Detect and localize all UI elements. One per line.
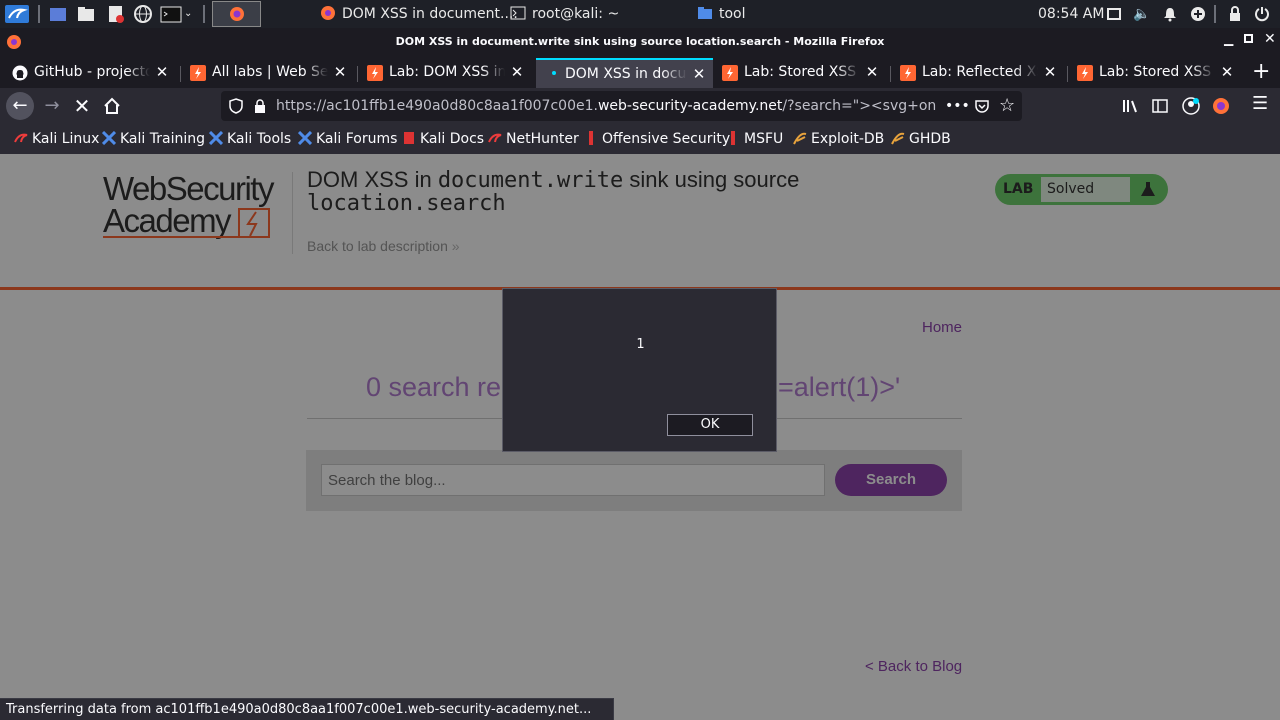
minimize-icon[interactable]: ▁ (1224, 32, 1233, 46)
window-titlebar: DOM XSS in document.write sink using sou… (0, 28, 1280, 56)
close-tab-icon[interactable]: ✕ (332, 58, 348, 86)
bookmark-offensive-security[interactable]: Offensive Security (584, 130, 730, 148)
page-actions-icon[interactable]: ••• (945, 91, 970, 121)
tab-strip: GitHub - projectdiscovery ✕ All labs | W… (0, 56, 1280, 88)
tab-github[interactable]: GitHub - projectdiscovery ✕ (4, 58, 176, 88)
firefox-launcher-icon[interactable] (212, 1, 261, 27)
exploit-db-icon (793, 132, 807, 145)
volume-icon[interactable]: 🔈 (1133, 0, 1150, 28)
file-manager-icon[interactable] (76, 4, 96, 24)
tab-lab-dom-xss[interactable]: Lab: DOM XSS in document.write ✕ (359, 58, 531, 88)
portswigger-icon (900, 65, 916, 81)
offsec-icon (589, 131, 593, 145)
kali-forums-icon (298, 131, 312, 145)
close-window-icon[interactable]: ✕ (1264, 31, 1276, 47)
close-tab-icon[interactable]: ✕ (154, 58, 170, 86)
kali-dragon-icon (14, 133, 28, 143)
bookmark-kali-linux[interactable]: Kali Linux (14, 130, 99, 148)
hamburger-menu-icon[interactable]: ☰ (1252, 93, 1268, 114)
portswigger-icon (1077, 65, 1093, 81)
tab-separator (890, 66, 891, 82)
msfu-icon (731, 131, 735, 145)
tab-all-labs[interactable]: All labs | Web Security Academy ✕ (182, 58, 354, 88)
forward-arrow-icon[interactable]: → (38, 92, 66, 120)
stop-loading-icon[interactable]: ✕ (68, 92, 96, 120)
portswigger-icon (722, 65, 738, 81)
terminal-icon[interactable] (160, 4, 182, 24)
tab-stored-xss-2[interactable]: Lab: Stored XSS into ✕ (1069, 58, 1241, 88)
kali-training-icon (102, 131, 116, 145)
bookmark-kali-docs[interactable]: Kali Docs (402, 130, 484, 148)
terminal-icon (510, 6, 526, 20)
task-folder[interactable]: tool (697, 2, 746, 26)
url-bar[interactable]: https://ac101ffb1e490a0d80c8aa1f007c00e1… (221, 91, 1022, 121)
loading-dot-icon (552, 71, 556, 75)
status-bar: Transferring data from ac101ffb1e490a0d8… (0, 698, 614, 720)
bookmark-ghdb[interactable]: GHDB (891, 130, 951, 148)
kali-tools-icon (209, 131, 223, 145)
bookmark-exploit-db[interactable]: Exploit-DB (793, 130, 884, 148)
bookmark-kali-tools[interactable]: Kali Tools (209, 130, 291, 148)
clock[interactable]: 08:54 AM (1038, 0, 1104, 28)
system-taskbar: ⌄ DOM XSS in document.... root@kali: ~ t… (0, 0, 1280, 28)
alert-ok-button[interactable]: OK (667, 414, 753, 436)
tab-separator (1067, 66, 1068, 82)
power-icon[interactable] (1254, 0, 1270, 28)
new-tab-icon[interactable]: + (1252, 60, 1270, 84)
back-arrow-icon[interactable]: ← (6, 92, 34, 120)
lock-icon[interactable] (254, 98, 266, 114)
tracking-shield-icon[interactable] (229, 98, 243, 114)
task-firefox[interactable]: DOM XSS in document.... (320, 2, 518, 26)
taskbar-separator (1214, 5, 1216, 23)
workspace-icon[interactable] (48, 4, 68, 24)
taskbar-separator (203, 5, 205, 23)
bookmark-msfu[interactable]: MSFU (726, 130, 783, 148)
update-icon[interactable] (1190, 0, 1206, 28)
lock-icon[interactable] (1228, 0, 1242, 28)
close-tab-icon[interactable]: ✕ (691, 60, 707, 88)
notification-bell-icon[interactable] (1163, 0, 1177, 28)
account-icon[interactable] (1182, 97, 1200, 115)
ghdb-icon (891, 132, 905, 145)
close-tab-icon[interactable]: ✕ (864, 58, 880, 86)
tab-active-dom-xss[interactable]: DOM XSS in document.write ✕ (536, 58, 713, 88)
url-text[interactable]: https://ac101ffb1e490a0d80c8aa1f007c00e1… (276, 91, 936, 121)
portswigger-icon (367, 65, 383, 81)
bookmark-nethunter[interactable]: NetHunter (488, 130, 579, 148)
chevron-down-icon[interactable]: ⌄ (184, 4, 196, 24)
pocket-icon[interactable] (974, 98, 990, 114)
alert-dialog: 1 OK (502, 288, 777, 452)
tab-separator (357, 66, 358, 82)
maximize-icon[interactable] (1244, 34, 1253, 43)
portswigger-icon (190, 65, 206, 81)
window-title: DOM XSS in document.write sink using sou… (395, 35, 885, 48)
taskbar-separator (38, 5, 40, 23)
close-tab-icon[interactable]: ✕ (509, 58, 525, 86)
bookmark-kali-forums[interactable]: Kali Forums (298, 130, 397, 148)
tab-stored-xss[interactable]: Lab: Stored XSS into HTML ✕ (714, 58, 886, 88)
folder-icon (698, 7, 712, 19)
bookmark-star-icon[interactable]: ☆ (999, 91, 1015, 121)
github-icon (12, 65, 28, 81)
kali-docs-icon (404, 132, 414, 144)
home-icon[interactable] (98, 92, 126, 120)
nethunter-icon (488, 133, 502, 143)
bookmarks-toolbar: Kali Linux Kali Training Kali Tools Kali… (0, 124, 1280, 154)
kali-menu-icon[interactable] (4, 4, 30, 24)
close-tab-icon[interactable]: ✕ (1219, 58, 1235, 86)
firefox-icon (321, 6, 335, 20)
text-editor-icon[interactable] (106, 4, 126, 24)
bookmark-kali-training[interactable]: Kali Training (102, 130, 205, 148)
screen-icon[interactable] (1107, 0, 1121, 28)
library-icon[interactable] (1122, 98, 1140, 114)
sidebar-icon[interactable] (1152, 98, 1168, 114)
tab-separator (180, 66, 181, 82)
task-terminal[interactable]: root@kali: ~ (510, 2, 619, 26)
alert-message: 1 (636, 337, 645, 352)
extension-icon[interactable] (1212, 97, 1230, 115)
browser-globe-icon[interactable] (133, 4, 153, 24)
close-tab-icon[interactable]: ✕ (1042, 58, 1058, 86)
navigation-toolbar: ← → ✕ https://ac101ffb1e490a0d80c8aa1f00… (0, 88, 1280, 124)
tab-reflected-xss[interactable]: Lab: Reflected XSS into ✕ (892, 58, 1064, 88)
